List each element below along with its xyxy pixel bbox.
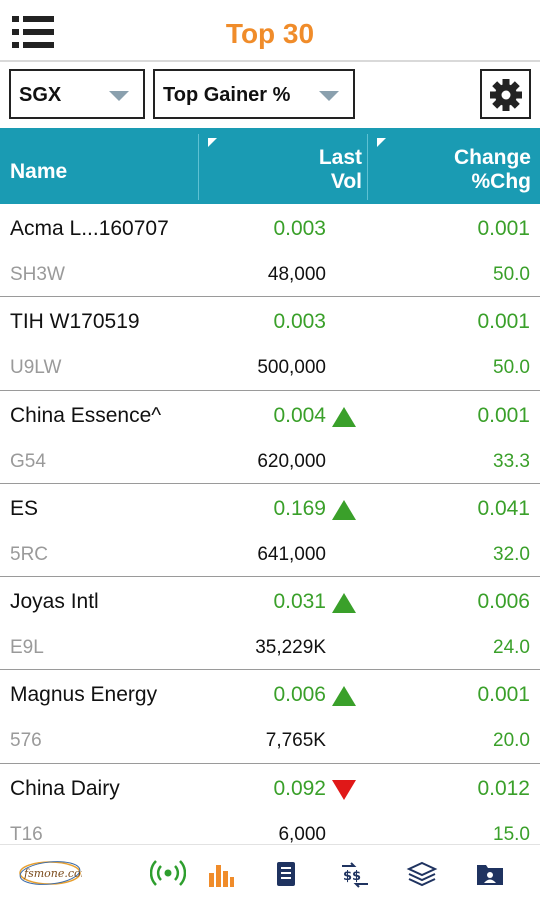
column-header-change-pct[interactable]: Change %Chg xyxy=(368,146,531,194)
table-header: Name Last Vol Change %Chg xyxy=(0,128,540,204)
column-header-change: Change xyxy=(453,146,531,169)
logo-text: fsmone.com.sg xyxy=(23,867,82,880)
stock-code: 576 xyxy=(10,730,42,752)
percent-change: 20.0 xyxy=(493,730,530,752)
stock-code: E9L xyxy=(10,637,44,659)
live-signal-icon[interactable] xyxy=(150,855,186,891)
volume: 7,765K xyxy=(265,730,326,752)
exchange-select-value: SGX xyxy=(19,84,62,106)
stock-code: SH3W xyxy=(10,264,65,285)
percent-change: 50.0 xyxy=(493,357,530,379)
svg-text:$$: $$ xyxy=(343,869,361,884)
settings-button[interactable] xyxy=(480,69,531,119)
volume: 35,229K xyxy=(255,637,326,659)
exchange-select[interactable]: SGX xyxy=(9,69,145,119)
last-price: 0.169 xyxy=(273,496,326,520)
last-price: 0.092 xyxy=(273,776,326,800)
stock-code: T16 xyxy=(10,823,43,844)
price-change: 0.001 xyxy=(477,217,530,240)
volume: 500,000 xyxy=(257,357,326,379)
layers-icon[interactable] xyxy=(406,855,438,891)
stock-list: Acma L...160707 0.003 0.001 SH3W 48,000 … xyxy=(0,204,540,844)
stock-name: China Dairy xyxy=(10,776,120,800)
price-change: 0.001 xyxy=(477,310,530,334)
volume: 48,000 xyxy=(267,264,326,285)
column-header-last: Last xyxy=(318,146,362,169)
table-row[interactable]: China Essence^ 0.004 0.001 G54 620,000 3… xyxy=(0,391,540,484)
table-row[interactable]: Joyas Intl 0.031 0.006 E9L 35,229K 24.0 xyxy=(0,577,540,671)
volume: 641,000 xyxy=(257,543,326,565)
percent-change: 33.3 xyxy=(493,450,530,472)
bar-chart-icon[interactable] xyxy=(206,855,236,891)
stock-code: 5RC xyxy=(10,543,49,565)
trend-up-icon xyxy=(332,686,356,707)
price-change: 0.001 xyxy=(477,403,530,427)
filter-bar: SGX Top Gainer % xyxy=(0,62,540,128)
last-price: 0.031 xyxy=(273,590,326,614)
currency-exchange-icon[interactable]: $$ xyxy=(340,855,370,891)
document-icon[interactable] xyxy=(274,855,298,891)
category-select[interactable]: Top Gainer % xyxy=(153,69,355,119)
column-header-last-vol[interactable]: Last Vol xyxy=(200,146,362,194)
stock-name: Magnus Energy xyxy=(10,683,158,707)
column-header-name[interactable]: Name xyxy=(10,160,67,184)
table-row[interactable]: Acma L...160707 0.003 0.001 SH3W 48,000 … xyxy=(0,204,540,298)
trend-up-icon xyxy=(332,499,356,520)
volume: 6,000 xyxy=(278,823,326,844)
column-header-pct: %Chg xyxy=(471,170,532,193)
column-header-vol: Vol xyxy=(330,170,362,193)
price-change: 0.012 xyxy=(477,776,530,800)
stock-name: TIH W170519 xyxy=(10,310,140,334)
table-row[interactable]: ES 0.169 0.041 5RC 641,000 32.0 xyxy=(0,484,540,578)
category-select-value: Top Gainer % xyxy=(163,84,291,106)
gear-icon xyxy=(490,79,522,111)
price-change: 0.041 xyxy=(477,496,530,520)
table-row[interactable]: China Dairy 0.092 0.012 T16 6,000 15.0 xyxy=(0,764,540,844)
stock-code: U9LW xyxy=(10,357,62,379)
top-bar: Top 30 xyxy=(0,0,540,62)
column-divider xyxy=(198,134,199,200)
last-price: 0.004 xyxy=(273,403,326,427)
price-change: 0.006 xyxy=(477,590,530,614)
percent-change: 50.0 xyxy=(493,264,530,285)
stock-name: ES xyxy=(10,496,39,520)
stock-name: Acma L...160707 xyxy=(10,217,169,240)
table-row[interactable]: TIH W170519 0.003 0.001 U9LW 500,000 50.… xyxy=(0,297,540,391)
chevron-down-icon xyxy=(319,91,339,101)
trend-down-icon xyxy=(332,779,356,800)
stock-name: China Essence^ xyxy=(10,403,162,427)
trend-up-icon xyxy=(332,593,356,614)
price-change: 0.001 xyxy=(477,683,530,707)
page-title: Top 30 xyxy=(225,18,315,49)
last-price: 0.003 xyxy=(273,310,326,334)
last-price: 0.006 xyxy=(273,683,326,707)
portfolio-folder-icon[interactable] xyxy=(474,855,506,891)
bottom-navigation: fsmone.com.sg $$ xyxy=(0,844,540,900)
last-price: 0.003 xyxy=(273,217,326,240)
stock-code: G54 xyxy=(10,450,46,472)
percent-change: 32.0 xyxy=(493,543,530,565)
percent-change: 24.0 xyxy=(493,637,530,659)
stock-name: Joyas Intl xyxy=(10,590,99,614)
trend-up-icon xyxy=(332,406,356,427)
table-row[interactable]: Magnus Energy 0.006 0.001 576 7,765K 20.… xyxy=(0,670,540,764)
chevron-down-icon xyxy=(109,91,129,101)
fsmone-logo[interactable]: fsmone.com.sg xyxy=(18,859,82,887)
percent-change: 15.0 xyxy=(493,823,530,844)
volume: 620,000 xyxy=(257,450,326,472)
